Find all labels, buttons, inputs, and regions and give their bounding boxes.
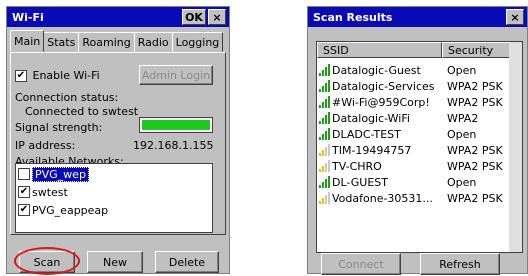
ssid-name: TV-CHRO (332, 159, 382, 173)
scan-results-title-bar: Scan Results × (308, 7, 527, 27)
close-icon[interactable]: × (506, 9, 524, 25)
signal-strength-bar (139, 117, 213, 133)
connect-button[interactable]: Connect (321, 253, 401, 275)
wifi-window-title: Wi-Fi (12, 10, 44, 24)
security-cell: WPA2 PSK (447, 95, 503, 109)
signal-bars-icon (319, 80, 331, 92)
ssid-name: DLADC-TEST (332, 127, 401, 141)
ssid-name: Datalogic-Guest (332, 63, 421, 77)
available-networks-list: PVG_wep ✔ swtest ✔ PVG_eappeap (15, 163, 213, 233)
security-cell: WPA2 PSK (447, 143, 503, 157)
close-icon[interactable]: × (208, 9, 226, 25)
table-row[interactable]: Datalogic-WiFi WPA2 (319, 110, 514, 126)
wifi-window: Wi-Fi OK × Main Stats Roaming Radio Logg… (6, 6, 230, 274)
signal-bars-icon (319, 64, 331, 76)
ssid-cell: Datalogic-WiFi (319, 112, 444, 125)
signal-bars-icon (319, 128, 331, 140)
table-row[interactable]: TIM-19494757 WPA2 PSK (319, 142, 514, 158)
signal-strength-fill (142, 120, 210, 130)
table-row[interactable]: #Wi-Fi@959Corp! WPA2 PSK (319, 94, 514, 110)
security-cell: WPA2 PSK (447, 191, 503, 205)
delete-button[interactable]: Delete (155, 251, 219, 273)
security-cell: Open (447, 63, 477, 77)
enable-wifi-checkbox[interactable]: ✔ Enable Wi-Fi (15, 69, 100, 82)
scan-results-title: Scan Results (313, 10, 393, 24)
enable-wifi-check-icon: ✔ (15, 70, 27, 82)
new-button[interactable]: New (87, 251, 143, 273)
tab-main[interactable]: Main (10, 30, 45, 52)
ssid-cell: Datalogic-Services (319, 80, 444, 93)
security-cell: Open (447, 127, 477, 141)
security-cell: Open (447, 175, 477, 189)
ssid-column-header[interactable]: SSID (317, 42, 442, 58)
table-row[interactable]: DLADC-TEST Open (319, 126, 514, 142)
security-cell: WPA2 (447, 111, 479, 125)
security-cell: WPA2 PSK (447, 159, 503, 173)
admin-login-button[interactable]: Admin Login (139, 65, 213, 85)
ip-address-value: 192.168.1.155 (133, 139, 214, 152)
ssid-name: TIM-19494757 (332, 143, 412, 157)
scan-results-window: Scan Results × SSID Security Datalogic-G… (307, 6, 528, 275)
table-row[interactable]: Vodafone-30531... WPA2 PSK (319, 190, 514, 206)
table-row[interactable]: DL-GUEST Open (319, 174, 514, 190)
wifi-title-bar: Wi-Fi OK × (7, 7, 229, 27)
network-name: swtest (32, 185, 68, 199)
signal-bars-icon (319, 144, 331, 156)
connection-status-label: Connection status: (15, 91, 119, 104)
ssid-name: DL-GUEST (332, 175, 389, 189)
security-cell: WPA2 PSK (447, 79, 503, 93)
scan-results-list: SSID Security Datalogic-Guest Open Datalog… (316, 41, 523, 253)
ssid-cell: TIM-19494757 (319, 144, 444, 157)
ssid-name: Vodafone-30531... (332, 191, 433, 205)
connection-status-value: Connected to swtest (25, 105, 139, 118)
ssid-cell: DLADC-TEST (319, 128, 444, 141)
signal-bars-icon (319, 192, 331, 204)
ssid-cell: DL-GUEST (319, 176, 444, 189)
network-item[interactable]: PVG_wep (18, 166, 210, 182)
enable-wifi-label: Enable Wi-Fi (32, 69, 100, 82)
network-item[interactable]: ✔ PVG_eappeap (18, 202, 210, 218)
ssid-name: Datalogic-Services (332, 79, 435, 93)
ssid-cell: TV-CHRO (319, 160, 444, 173)
scan-highlight-circle (14, 247, 80, 275)
network-name: PVG_eappeap (32, 203, 109, 217)
tab-stats[interactable]: Stats (43, 32, 80, 52)
list-header: SSID Security (317, 42, 510, 58)
table-row[interactable]: Datalogic-Guest Open (319, 62, 514, 78)
ssid-name: Datalogic-WiFi (332, 111, 410, 125)
ssid-name: #Wi-Fi@959Corp! (332, 95, 430, 109)
signal-bars-icon (319, 160, 331, 172)
signal-bars-icon (319, 176, 331, 188)
tab-roaming[interactable]: Roaming (78, 32, 135, 52)
network-name: PVG_wep (32, 166, 89, 182)
signal-strength-label: Signal strength: (15, 121, 103, 134)
signal-bars-icon (319, 112, 331, 124)
network-checkbox[interactable]: ✔ (18, 204, 30, 216)
network-checkbox[interactable] (18, 168, 30, 180)
ssid-cell: Vodafone-30531... (319, 192, 444, 205)
signal-bars-icon (319, 96, 331, 108)
table-row[interactable]: Datalogic-Services WPA2 PSK (319, 78, 514, 94)
ssid-cell: Datalogic-Guest (319, 64, 444, 77)
refresh-button[interactable]: Refresh (420, 253, 500, 275)
tab-logging[interactable]: Logging (171, 32, 224, 52)
tab-radio[interactable]: Radio (133, 32, 173, 52)
tab-bar: Main Stats Roaming Radio Logging (10, 30, 224, 52)
ok-button[interactable]: OK (182, 9, 206, 25)
network-checkbox[interactable]: ✔ (18, 186, 30, 198)
network-item[interactable]: ✔ swtest (18, 184, 210, 200)
result-rows: Datalogic-Guest Open Datalogic-Services WPA… (319, 62, 514, 206)
ssid-cell: #Wi-Fi@959Corp! (319, 96, 444, 109)
security-column-header[interactable]: Security (442, 42, 510, 58)
table-row[interactable]: TV-CHRO WPA2 PSK (319, 158, 514, 174)
ip-address-label: IP address: (15, 139, 76, 152)
